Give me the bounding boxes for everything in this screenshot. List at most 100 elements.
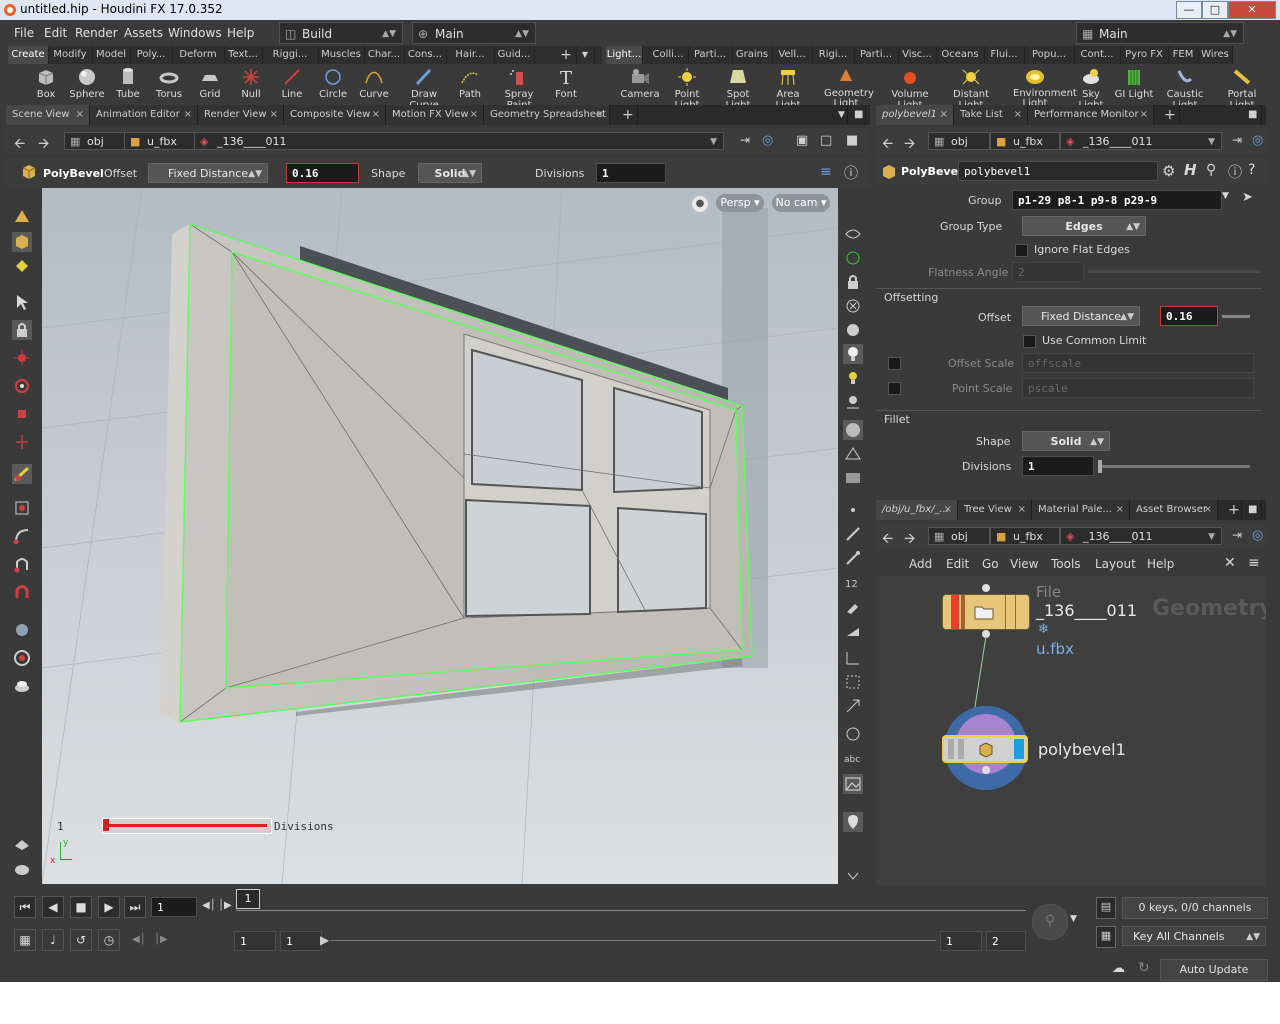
bg-image-icon[interactable]	[843, 468, 863, 488]
tool-camera[interactable]: Camera	[618, 66, 662, 104]
end-frame-a[interactable]: 1	[940, 931, 982, 951]
network-menu-layout[interactable]: Layout	[1095, 557, 1136, 571]
tool-font[interactable]: T Font	[544, 66, 588, 104]
tool-grid[interactable]: Grid	[188, 66, 232, 104]
uv-icon[interactable]	[843, 620, 863, 640]
display-options-icon[interactable]: ▣	[796, 133, 808, 148]
brush-icon[interactable]	[843, 596, 863, 616]
menu-file[interactable]: File	[14, 26, 34, 40]
play-icon[interactable]: ▶	[98, 896, 120, 918]
shelf-tab-deform[interactable]: Deform	[172, 46, 225, 64]
maximize-button[interactable]: □	[1202, 1, 1228, 19]
shelf-tab-populate[interactable]: Popu...	[1024, 46, 1075, 64]
point-scale-toggle[interactable]	[888, 382, 901, 395]
hda-icon[interactable]: H	[1184, 161, 1197, 179]
offset-value-field[interactable]: 0.16	[1160, 306, 1218, 326]
shelf-tab-modify[interactable]: Modify	[48, 46, 93, 64]
key-icon[interactable]: ⚲	[1032, 904, 1068, 940]
maximize-pane-icon[interactable]: ■	[1242, 500, 1262, 520]
info-icon[interactable]: ⓘ	[1228, 162, 1242, 182]
text-display-icon[interactable]: abc	[843, 748, 863, 768]
path-u-fbx[interactable]: ■ u_fbx	[990, 527, 1060, 545]
network-list-icon[interactable]: ≡	[1248, 555, 1260, 571]
divisions-field[interactable]: 1	[596, 163, 666, 183]
tool-caustic-light[interactable]: Caustic Light	[1163, 66, 1207, 111]
tab-tree-view[interactable]: Tree View ×	[958, 500, 1032, 520]
offset-mode-menu[interactable]: Fixed Distance ▲▼	[148, 163, 268, 183]
shelf-tab-fluids[interactable]: Flui...	[984, 46, 1025, 64]
path-u-fbx[interactable]: ■ u_fbx	[990, 132, 1060, 150]
shelf-tab-vellum[interactable]: Vell...	[772, 46, 813, 64]
shelf-tab-pyro[interactable]: Pyro FX	[1120, 46, 1169, 64]
prev-key-icon[interactable]: ◀│	[132, 934, 146, 945]
slider-knob[interactable]	[103, 819, 109, 831]
menu-render[interactable]: Render	[75, 26, 118, 40]
view-state-icon[interactable]	[12, 256, 32, 276]
tool-torus[interactable]: Torus	[147, 66, 191, 104]
maximize-pane-icon[interactable]: ■	[848, 105, 866, 125]
shelf-tab-guid[interactable]: Guid...	[494, 46, 535, 64]
divisions-slider[interactable]	[1098, 460, 1250, 473]
range-start-arrow-icon[interactable]: ▶	[320, 933, 329, 947]
edit-brush-icon[interactable]	[12, 498, 32, 518]
group-field[interactable]: p1-29 p8-1 p9-8 p29-9	[1012, 190, 1222, 210]
path-node[interactable]: ◈ _136____011 ▼	[1060, 132, 1222, 150]
tab-geometry-spreadsheet[interactable]: Geometry Spreadsheet ×	[484, 105, 610, 125]
divisions-handle-slider[interactable]	[102, 818, 272, 834]
object-mode-icon[interactable]: □	[820, 133, 832, 148]
scroll-down-icon[interactable]	[843, 866, 863, 886]
back-arrow-icon[interactable]: 🡨	[882, 133, 893, 157]
angle-icon[interactable]	[843, 648, 863, 668]
add-tab-icon[interactable]: +	[1222, 500, 1242, 520]
shelf-tab-particle-fluids[interactable]: Parti...	[854, 46, 899, 64]
help-icon[interactable]: ⓘ	[844, 163, 858, 183]
tool-draw-curve[interactable]: Draw Curve	[399, 66, 449, 111]
start-frame-b[interactable]: 1	[280, 931, 322, 951]
minimize-button[interactable]: —	[1176, 1, 1202, 19]
vector-icon[interactable]	[843, 696, 863, 716]
chat-icon[interactable]: ☁	[1112, 961, 1125, 976]
add-tab-icon[interactable]: +	[1158, 105, 1180, 125]
annotation-icon[interactable]	[843, 812, 863, 832]
add-shelf-tab-icon[interactable]: +	[556, 46, 577, 64]
tab-animation-editor[interactable]: Animation Editor ×	[90, 105, 198, 125]
persp-menu[interactable]: Persp ▾	[716, 194, 764, 212]
offset-slider[interactable]	[1222, 315, 1250, 318]
tab-network-path[interactable]: /obj/u_fbx/_... ×	[876, 500, 958, 520]
tab-asset-browser[interactable]: Asset Browser ×	[1130, 500, 1218, 520]
world-handle-icon[interactable]	[12, 620, 32, 640]
right-context-dropdown[interactable]: ▦ Main ▲▼	[1076, 22, 1244, 44]
start-frame-a[interactable]: 1	[234, 931, 276, 951]
group-dropdown-icon[interactable]: ▼	[1222, 191, 1229, 201]
tool-line[interactable]: Line	[270, 66, 314, 104]
group-type-menu[interactable]: Edges ▲▼	[1022, 216, 1146, 236]
tool-path[interactable]: Path	[448, 66, 492, 104]
menu-assets[interactable]: Assets	[124, 26, 163, 40]
shelf-tab-char[interactable]: Char...	[364, 46, 405, 64]
path-obj[interactable]: ▦ obj	[928, 527, 990, 545]
link-icon[interactable]: ◎	[1252, 133, 1263, 148]
shelf-tab-fem[interactable]: FEM	[1168, 46, 1199, 64]
context-dropdown[interactable]: ⊕ Main ▲▼	[412, 22, 536, 44]
network-tools-icon[interactable]: ✕	[1224, 555, 1236, 571]
tool-point-light[interactable]: Point Light	[665, 66, 709, 111]
shelf-tab-create[interactable]: Create	[8, 46, 49, 64]
use-common-limit-checkbox[interactable]	[1023, 335, 1036, 348]
forward-arrow-icon[interactable]: 🡪	[38, 133, 49, 157]
shelf-tab-grains[interactable]: Grains	[732, 46, 773, 64]
back-arrow-icon[interactable]: 🡨	[882, 528, 893, 552]
polybevel-node-output[interactable]	[982, 766, 990, 774]
back-arrow-icon[interactable]: 🡨	[14, 133, 25, 157]
tool-circle[interactable]: Circle	[311, 66, 355, 104]
range-track[interactable]	[330, 940, 936, 941]
forward-arrow-icon[interactable]: 🡪	[904, 133, 915, 157]
lock-camera-icon[interactable]: ●	[692, 196, 708, 212]
pin-icon[interactable]: ⇥	[1232, 133, 1242, 147]
shelf-menu-icon[interactable]: ▼	[576, 46, 595, 64]
polybevel-display-flag[interactable]	[1014, 739, 1024, 759]
network-menu-add[interactable]: Add	[909, 557, 932, 571]
shelf-tab-poly[interactable]: Poly...	[130, 46, 173, 64]
audio-icon[interactable]: ♩	[42, 929, 64, 951]
shelf-tab-oceans[interactable]: Oceans	[936, 46, 985, 64]
shelf-tab-model[interactable]: Model	[92, 46, 131, 64]
